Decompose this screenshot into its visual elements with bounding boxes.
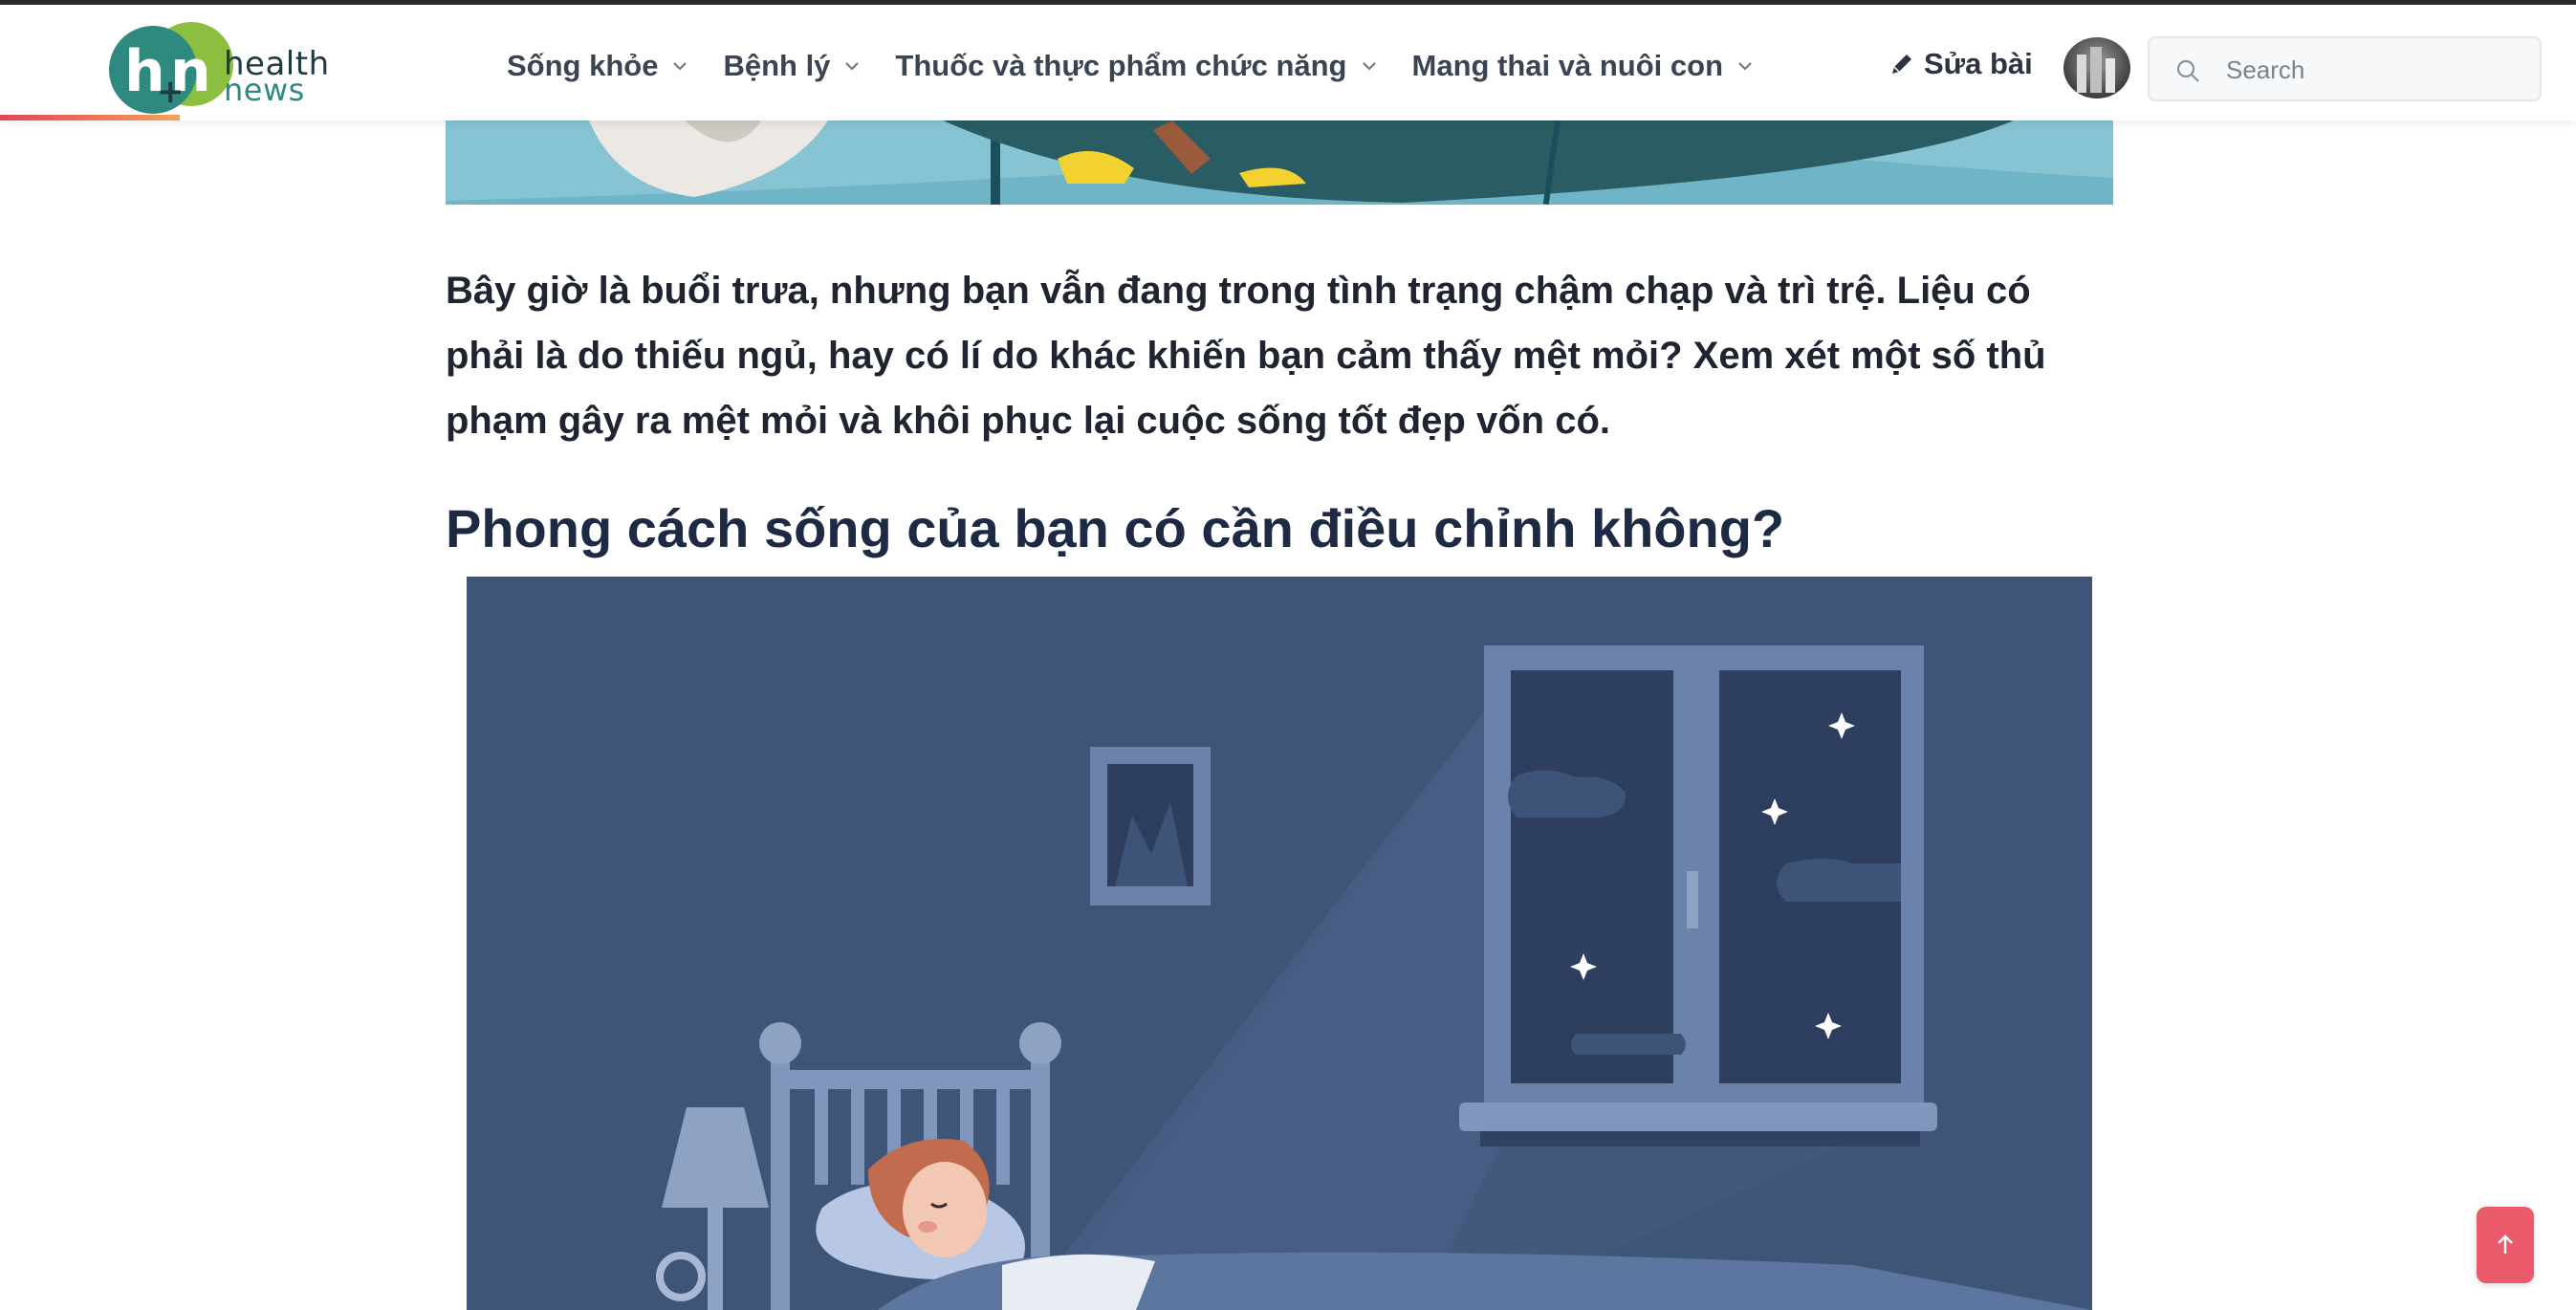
scroll-to-top-button[interactable] [2477, 1207, 2534, 1283]
nav-item-thuoc-tpcn[interactable]: Thuốc và thực phẩm chức năng [895, 49, 1377, 83]
avatar[interactable] [2063, 37, 2130, 98]
main-nav: Sống khỏe Bệnh lý Thuốc và thực phẩm chứ… [507, 47, 1788, 85]
chevron-down-icon [1362, 62, 1376, 71]
search-input[interactable] [2224, 50, 2524, 90]
article-intro: Bây giờ là buổi trưa, nhưng bạn vẫn đang… [446, 270, 2046, 442]
edit-article-button[interactable]: Sửa bài [1888, 47, 2033, 81]
site-header: h n + health news Sống khỏe Bệnh lý Thuố… [0, 5, 2576, 120]
search-icon [2176, 59, 2199, 82]
svg-text:+: + [157, 73, 185, 111]
nav-item-benh-ly[interactable]: Bệnh lý [723, 49, 861, 83]
article-body: Bây giờ là buổi trưa, nhưng bạn vẫn đang… [446, 258, 2113, 453]
chevron-down-icon [1738, 62, 1752, 71]
nav-item-mang-thai[interactable]: Mang thai và nuôi con [1412, 49, 1755, 83]
nav-item-label: Thuốc và thực phẩm chức năng [895, 49, 1347, 82]
nav-item-label: Bệnh lý [723, 49, 831, 82]
search-box [2148, 36, 2542, 101]
arrow-up-icon [2498, 1234, 2513, 1254]
edit-button-label: Sửa bài [1924, 47, 2033, 80]
sleeping-woman-illustration [467, 577, 2092, 1310]
section-heading: Phong cách sống của bạn có cần điều chỉn… [446, 498, 1785, 558]
chevron-down-icon [673, 62, 688, 71]
hero-illustration [446, 120, 2113, 205]
nav-item-label: Sống khỏe [507, 49, 659, 82]
logo-text-news: news [224, 72, 305, 108]
site-logo[interactable]: h n + health news [88, 20, 329, 116]
nav-item-song-khoe[interactable]: Sống khỏe [507, 49, 688, 83]
reading-progress-bar [0, 115, 180, 120]
nav-item-label: Mang thai và nuôi con [1411, 49, 1724, 82]
chevron-down-icon [845, 62, 860, 71]
pencil-icon [1892, 55, 1911, 74]
